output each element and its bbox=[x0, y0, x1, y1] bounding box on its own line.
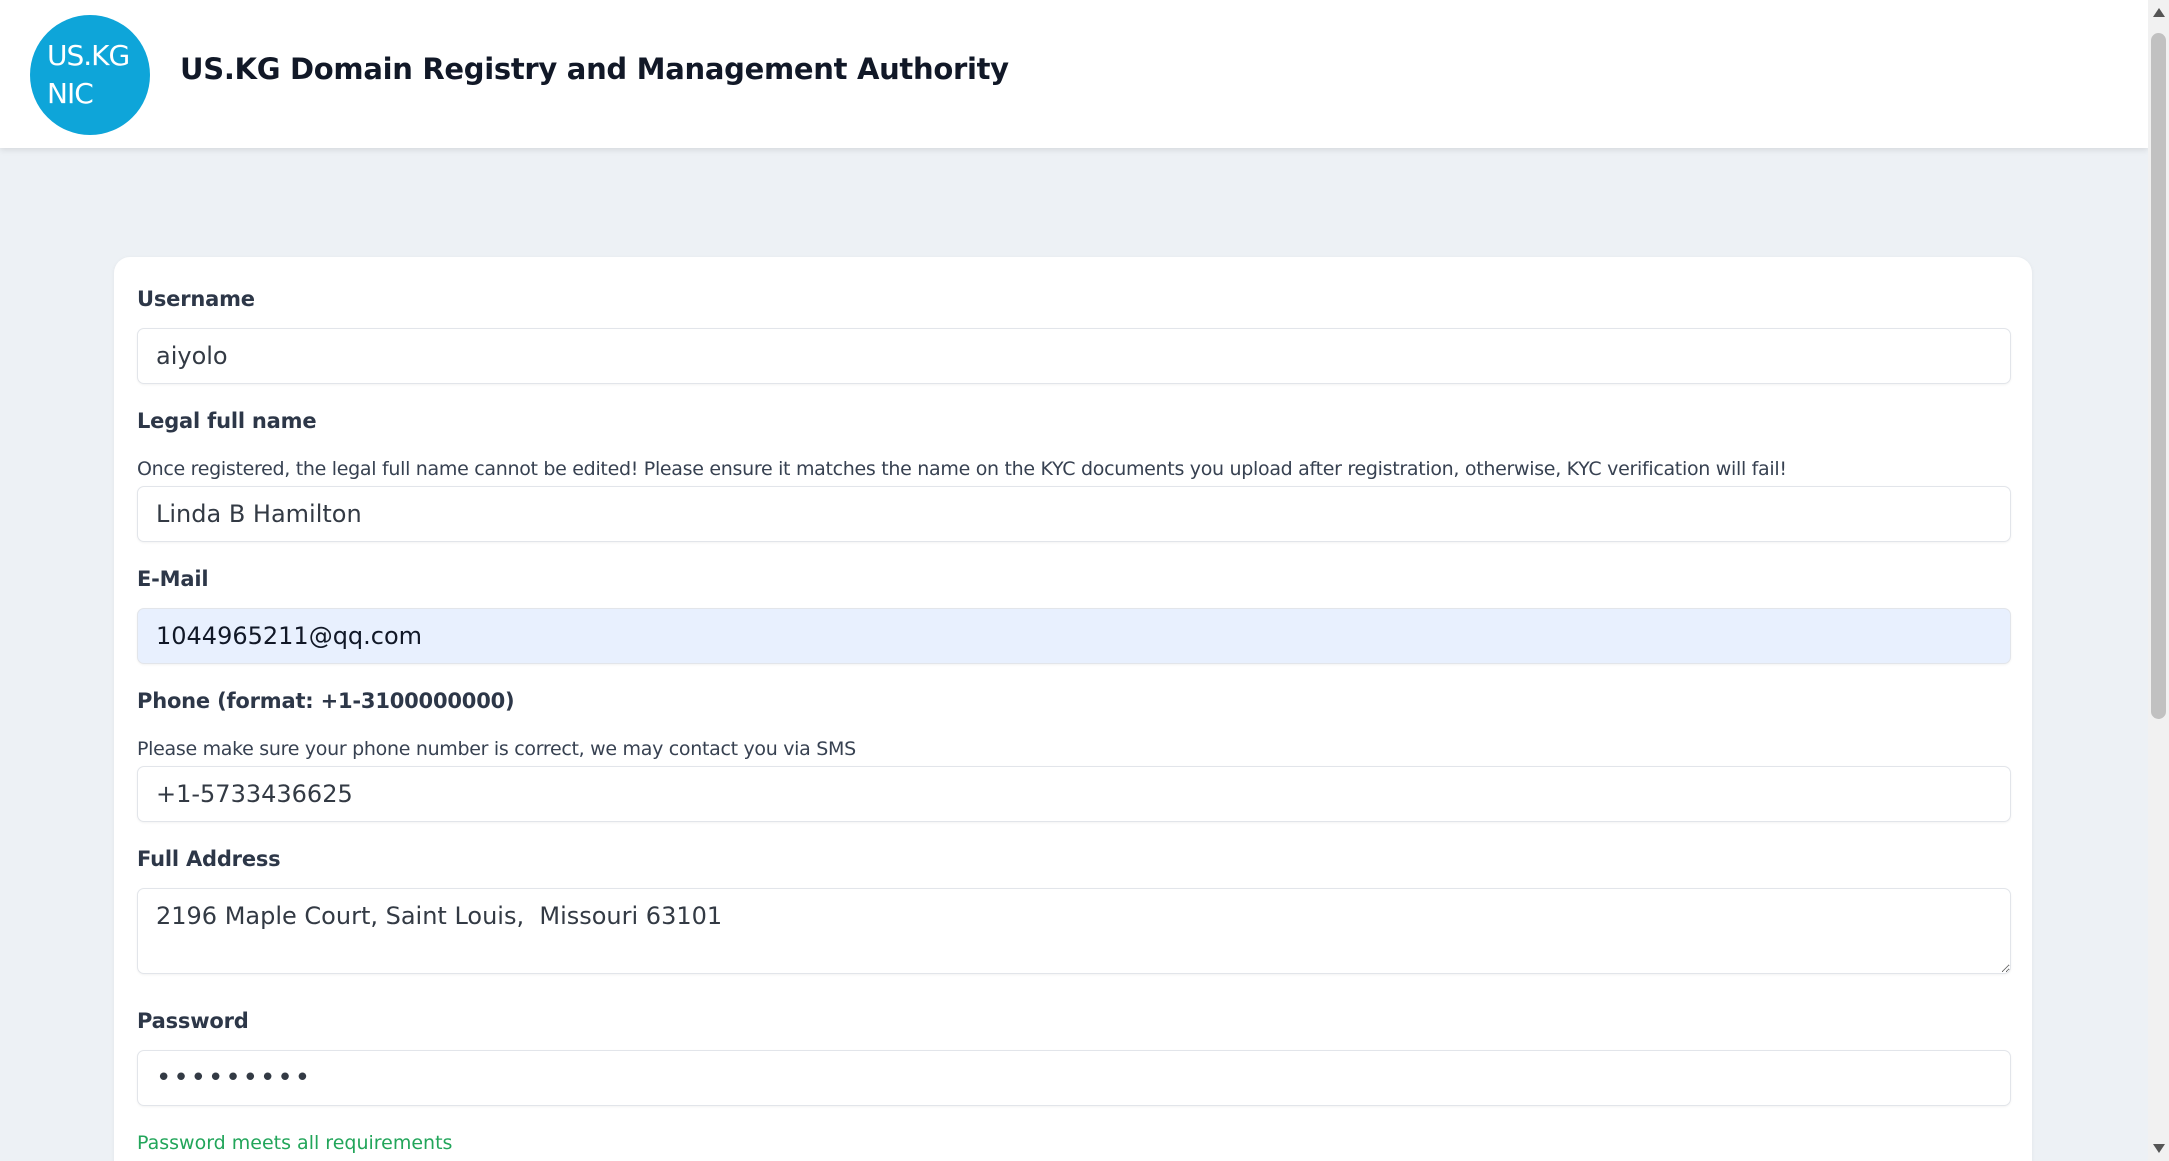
scroll-thumb[interactable] bbox=[2151, 33, 2166, 719]
logo-line-1: US.KG bbox=[47, 39, 130, 72]
scroll-up-icon[interactable] bbox=[2153, 8, 2165, 17]
phone-label: Phone (format: +1-3100000000) bbox=[137, 689, 515, 713]
legal-name-input[interactable] bbox=[137, 486, 2011, 542]
legal-name-hint: Once registered, the legal full name can… bbox=[137, 458, 1787, 480]
phone-hint: Please make sure your phone number is co… bbox=[137, 738, 856, 760]
password-input[interactable] bbox=[137, 1050, 2011, 1106]
site-logo[interactable]: US.KG NIC bbox=[30, 15, 150, 135]
page-viewport: US.KG NIC US.KG Domain Registry and Mana… bbox=[0, 0, 2148, 1161]
password-status: Password meets all requirements bbox=[137, 1132, 453, 1154]
username-input[interactable] bbox=[137, 328, 2011, 384]
legal-name-label: Legal full name bbox=[137, 409, 317, 433]
site-title: US.KG Domain Registry and Management Aut… bbox=[180, 52, 1009, 86]
password-label: Password bbox=[137, 1009, 249, 1033]
site-header: US.KG NIC US.KG Domain Registry and Mana… bbox=[0, 0, 2148, 148]
logo-line-2: NIC bbox=[47, 77, 94, 110]
page-scrollbar[interactable] bbox=[2148, 0, 2169, 1161]
email-input[interactable] bbox=[137, 608, 2011, 664]
username-label: Username bbox=[137, 287, 255, 311]
scroll-down-icon[interactable] bbox=[2153, 1144, 2165, 1153]
phone-input[interactable] bbox=[137, 766, 2011, 822]
address-textarea[interactable]: 2196 Maple Court, Saint Louis, Missouri … bbox=[137, 888, 2011, 974]
email-label: E-Mail bbox=[137, 567, 209, 591]
registration-form: Username Legal full name Once registered… bbox=[114, 257, 2032, 1161]
address-label: Full Address bbox=[137, 847, 281, 871]
